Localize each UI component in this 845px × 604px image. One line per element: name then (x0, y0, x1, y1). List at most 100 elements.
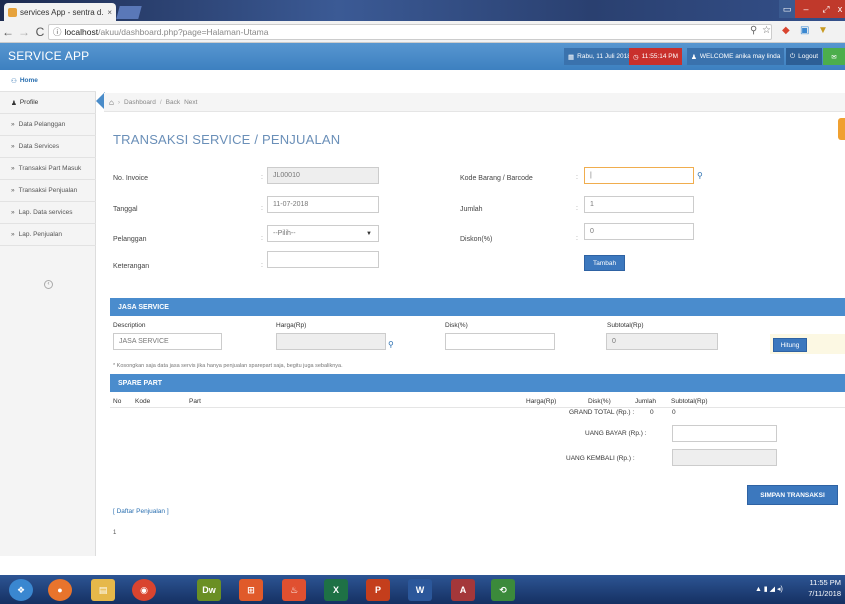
pelanggan-label: Pelanggan (113, 236, 147, 243)
sidebar-item-transaksi-part-masuk[interactable]: » Transaksi Part Masuk (0, 158, 96, 180)
bookmark-star-icon[interactable]: ☆ (762, 25, 771, 36)
uang-kembali-input[interactable] (672, 449, 777, 466)
jasa-service-header: JASA SERVICE (110, 298, 845, 316)
date-text: Rabu, 11 Juli 2018 (577, 53, 631, 60)
tambah-button[interactable]: Tambah (584, 255, 625, 271)
time-text: 11:55:14 PM (641, 53, 679, 60)
jumlah-input[interactable]: 1 (584, 196, 694, 213)
powerpoint-icon[interactable]: P (366, 579, 390, 601)
uang-bayar-input[interactable] (672, 425, 777, 442)
kode-barang-input[interactable]: | (584, 167, 694, 184)
sp-subtotal-header: Subtotal(Rp) (671, 398, 708, 405)
jasa-harga-input[interactable] (276, 333, 386, 350)
extension-box-icon[interactable]: ▣ (800, 25, 809, 36)
jasa-description-input[interactable]: JASA SERVICE (113, 333, 222, 350)
welcome-text: WELCOME anika may linda (699, 53, 781, 60)
sidebar-item-transaksi-penjualan[interactable]: » Transaksi Penjualan (0, 180, 96, 202)
sidebar-item-lap-penjualan[interactable]: » Lap. Penjualan (0, 224, 96, 246)
kode-barang-label: Kode Barang / Barcode (460, 175, 533, 182)
extension-icon[interactable]: ◆ (782, 25, 790, 36)
clock-icon: ◷ (633, 53, 639, 61)
diskon-input[interactable]: 0 (584, 223, 694, 240)
word-icon[interactable]: W (408, 579, 432, 601)
restore-icon[interactable]: ▭ (779, 0, 795, 18)
url-path: /akuu/dashboard.php?page=Halaman-Utama (98, 27, 269, 37)
breadcrumb-next[interactable]: Next (184, 99, 197, 106)
breadcrumb-dashboard[interactable]: Dashboard (124, 99, 156, 106)
excel-icon[interactable]: X (324, 579, 348, 601)
sidebar-item-profile[interactable]: ♟ Profile (0, 92, 96, 114)
double-chevron-icon: » (11, 165, 15, 172)
firefox-icon[interactable]: ● (48, 579, 72, 601)
spare-part-header: SPARE PART (110, 374, 845, 392)
sitemap-icon: ⚇ (11, 77, 17, 85)
tab-close-icon[interactable]: × (107, 8, 112, 17)
search-icon[interactable]: ⚲ (388, 340, 394, 349)
taskbar-clock[interactable]: 11:55 PM 7/11/2018 (808, 577, 841, 599)
start-orb-icon[interactable]: ❖ (9, 579, 33, 601)
no-invoice-label: No. Invoice (113, 175, 149, 182)
user-icon: ♟ (691, 53, 697, 61)
sp-no-header: No (113, 398, 122, 405)
minimize-icon[interactable]: – (795, 0, 817, 18)
double-chevron-icon: » (11, 121, 15, 128)
reload-icon[interactable]: C (32, 25, 48, 39)
sidebar-collapse-icon[interactable]: ‹ (44, 280, 53, 289)
sidebar: ⚇ Home ♟ Profile » Data Pelanggan » Data… (0, 70, 96, 556)
sidebar-item-home[interactable]: ⚇ Home (0, 70, 96, 92)
app-title: SERVICE APP (8, 49, 90, 63)
sp-kode-header: Kode (135, 398, 151, 405)
back-arrow-icon[interactable]: ← (0, 25, 16, 39)
info-icon[interactable]: ⓘ (53, 26, 62, 38)
access-icon[interactable]: A (451, 579, 475, 601)
xampp-icon[interactable]: ⊞ (239, 579, 263, 601)
new-tab-button[interactable] (116, 6, 142, 19)
url-input[interactable]: ⓘ localhost /akuu/dashboard.php?page=Hal… (48, 24, 772, 40)
uang-bayar-label: UANG BAYAR (Rp.) : (585, 430, 647, 437)
grand-total-label: GRAND TOTAL (Rp.) : (569, 409, 635, 416)
no-invoice-input[interactable]: JL00010 (267, 167, 379, 184)
breadcrumb-back[interactable]: Back (166, 99, 180, 106)
grand-total-qty: 0 (650, 409, 654, 416)
sidebar-item-data-services[interactable]: » Data Services (0, 136, 96, 158)
sp-jumlah-header: Jumlah (635, 398, 656, 405)
dreamweaver-icon[interactable]: Dw (197, 579, 221, 601)
jasa-subtotal-input[interactable]: 0 (606, 333, 718, 350)
pelanggan-select[interactable]: --Pilih-- ▼ (267, 225, 379, 242)
browser-tab[interactable]: services App - sentra d... × (4, 3, 116, 21)
logout-button[interactable]: ⏻ Logout (786, 48, 823, 65)
grand-total-value: 0 (672, 409, 676, 416)
power-icon: ⏻ (790, 52, 796, 60)
double-chevron-icon: » (11, 187, 15, 194)
tanggal-input[interactable]: 11-07-2018 (267, 196, 379, 213)
settings-side-tab[interactable] (838, 118, 845, 140)
search-icon[interactable]: ⚲ (697, 171, 703, 180)
system-tray[interactable]: ▲ ▮ ◢ ◂) (755, 585, 783, 593)
maximize-icon[interactable]: ⤢ (817, 0, 835, 18)
mail-badge[interactable]: ✉ (823, 48, 845, 65)
close-window-icon[interactable]: x (835, 0, 845, 18)
keterangan-label: Keterangan (113, 263, 150, 270)
explorer-folder-icon[interactable]: ▤ (91, 579, 115, 601)
chrome-icon[interactable]: ◉ (132, 579, 156, 601)
home-icon[interactable]: ⌂ (109, 98, 114, 107)
forward-arrow-icon[interactable]: → (16, 25, 32, 39)
simpan-transaksi-button[interactable]: SIMPAN TRANSAKSI (747, 485, 838, 505)
sidebar-item-lap-data-services[interactable]: » Lap. Data services (0, 202, 96, 224)
sidebar-item-data-pelanggan[interactable]: » Data Pelanggan (0, 114, 96, 136)
zoom-icon[interactable]: ⚲ (750, 25, 757, 36)
hitung-button[interactable]: Hitung (773, 338, 807, 352)
jasa-note: * Kosongkan saja data jasa servis jika h… (113, 363, 343, 369)
uang-kembali-label: UANG KEMBALI (Rp.) : (566, 455, 635, 462)
clock-time: 11:55 PM (809, 578, 841, 587)
codeigniter-icon[interactable]: ♨ (282, 579, 306, 601)
sp-part-header: Part (189, 398, 201, 405)
keterangan-input[interactable] (267, 251, 379, 268)
jasa-disk-input[interactable] (445, 333, 555, 350)
network-icon[interactable]: ⟲ (491, 579, 515, 601)
address-bar: ← → C ⓘ localhost /akuu/dashboard.php?pa… (0, 21, 845, 43)
tanggal-label: Tanggal (113, 206, 138, 213)
breadcrumb: ⌂ › Dashboard / Back Next (104, 93, 845, 112)
menu-icon[interactable]: ▼ (818, 25, 828, 36)
daftar-penjualan-link[interactable]: [ Daftar Penjualan ] (113, 508, 169, 515)
